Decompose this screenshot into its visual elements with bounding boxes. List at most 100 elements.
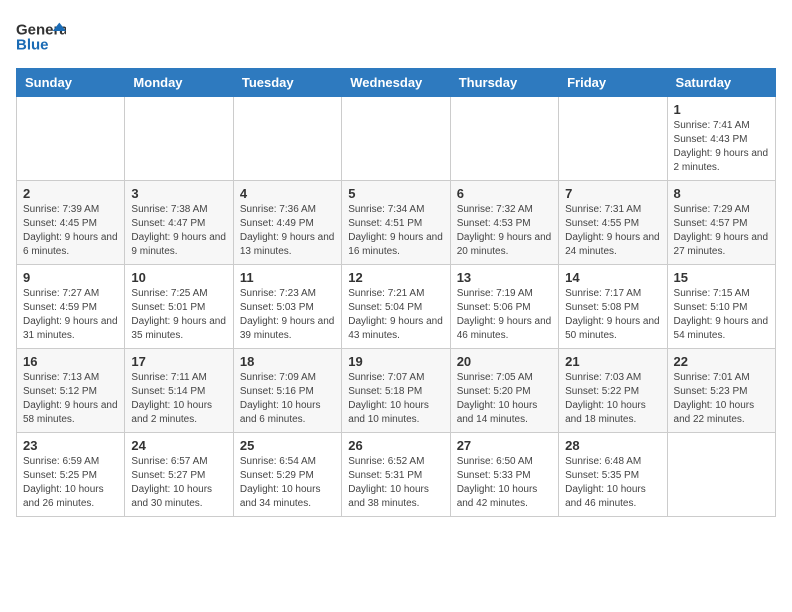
calendar-cell: 4 Sunrise: 7:36 AM Sunset: 4:49 PM Daylig… <box>233 181 341 265</box>
day-number: 16 <box>23 354 118 369</box>
calendar-cell <box>667 433 775 517</box>
day-info: Sunrise: 7:39 AM Sunset: 4:45 PM Dayligh… <box>23 203 118 259</box>
day-number: 13 <box>457 270 552 285</box>
calendar-cell: 5 Sunrise: 7:34 AM Sunset: 4:51 PM Daylig… <box>342 181 450 265</box>
day-info: Sunrise: 7:34 AM Sunset: 4:51 PM Dayligh… <box>348 203 443 259</box>
calendar-cell <box>559 97 667 181</box>
day-info: Sunrise: 6:50 AM Sunset: 5:33 PM Dayligh… <box>457 455 552 511</box>
calendar-cell <box>342 97 450 181</box>
calendar-cell: 15 Sunrise: 7:15 AM Sunset: 5:10 PM Dayli… <box>667 265 775 349</box>
day-info: Sunrise: 7:19 AM Sunset: 5:06 PM Dayligh… <box>457 287 552 343</box>
weekday-sunday: Sunday <box>17 69 125 97</box>
day-info: Sunrise: 7:32 AM Sunset: 4:53 PM Dayligh… <box>457 203 552 259</box>
day-number: 11 <box>240 270 335 285</box>
calendar-cell: 13 Sunrise: 7:19 AM Sunset: 5:06 PM Dayli… <box>450 265 558 349</box>
day-info: Sunrise: 7:31 AM Sunset: 4:55 PM Dayligh… <box>565 203 660 259</box>
calendar-cell: 19 Sunrise: 7:07 AM Sunset: 5:18 PM Dayli… <box>342 349 450 433</box>
calendar-cell <box>17 97 125 181</box>
day-info: Sunrise: 7:07 AM Sunset: 5:18 PM Dayligh… <box>348 371 443 427</box>
day-info: Sunrise: 7:25 AM Sunset: 5:01 PM Dayligh… <box>131 287 226 343</box>
day-number: 1 <box>674 102 769 117</box>
day-number: 25 <box>240 438 335 453</box>
calendar-cell: 14 Sunrise: 7:17 AM Sunset: 5:08 PM Dayli… <box>559 265 667 349</box>
week-row-3: 9Sunrise: 7:27 AM Sunset: 4:59 PM Daylig… <box>17 265 776 349</box>
day-number: 28 <box>565 438 660 453</box>
day-info: Sunrise: 7:38 AM Sunset: 4:47 PM Dayligh… <box>131 203 226 259</box>
page-header: General Blue <box>16 16 776 56</box>
weekday-saturday: Saturday <box>667 69 775 97</box>
day-number: 15 <box>674 270 769 285</box>
calendar-cell: 27 Sunrise: 6:50 AM Sunset: 5:33 PM Dayli… <box>450 433 558 517</box>
day-number: 14 <box>565 270 660 285</box>
day-number: 10 <box>131 270 226 285</box>
day-number: 8 <box>674 186 769 201</box>
day-number: 23 <box>23 438 118 453</box>
week-row-1: 1 Sunrise: 7:41 AM Sunset: 4:43 PM Daylig… <box>17 97 776 181</box>
day-info: Sunrise: 7:27 AM Sunset: 4:59 PM Dayligh… <box>23 287 118 343</box>
day-number: 22 <box>674 354 769 369</box>
day-info: Sunrise: 7:23 AM Sunset: 5:03 PM Dayligh… <box>240 287 335 343</box>
day-info: Sunrise: 7:11 AM Sunset: 5:14 PM Dayligh… <box>131 371 226 427</box>
svg-text:Blue: Blue <box>16 36 49 53</box>
weekday-header-row: SundayMondayTuesdayWednesdayThursdayFrid… <box>17 69 776 97</box>
calendar-cell <box>233 97 341 181</box>
day-number: 24 <box>131 438 226 453</box>
calendar-cell: 7 Sunrise: 7:31 AM Sunset: 4:55 PM Daylig… <box>559 181 667 265</box>
day-info: Sunrise: 7:13 AM Sunset: 5:12 PM Dayligh… <box>23 371 118 427</box>
calendar-cell: 3 Sunrise: 7:38 AM Sunset: 4:47 PM Daylig… <box>125 181 233 265</box>
day-number: 20 <box>457 354 552 369</box>
week-row-5: 23 Sunrise: 6:59 AM Sunset: 5:25 PM Dayli… <box>17 433 776 517</box>
day-info: Sunrise: 7:21 AM Sunset: 5:04 PM Dayligh… <box>348 287 443 343</box>
day-number: 5 <box>348 186 443 201</box>
day-number: 19 <box>348 354 443 369</box>
calendar-table: SundayMondayTuesdayWednesdayThursdayFrid… <box>16 68 776 517</box>
day-info: Sunrise: 6:54 AM Sunset: 5:29 PM Dayligh… <box>240 455 335 511</box>
calendar-cell: 26 Sunrise: 6:52 AM Sunset: 5:31 PM Dayli… <box>342 433 450 517</box>
calendar-cell: 17 Sunrise: 7:11 AM Sunset: 5:14 PM Dayli… <box>125 349 233 433</box>
day-number: 27 <box>457 438 552 453</box>
day-info: Sunrise: 6:48 AM Sunset: 5:35 PM Dayligh… <box>565 455 660 511</box>
weekday-wednesday: Wednesday <box>342 69 450 97</box>
day-info: Sunrise: 6:59 AM Sunset: 5:25 PM Dayligh… <box>23 455 118 511</box>
logo-icon: General Blue <box>16 16 66 56</box>
day-number: 7 <box>565 186 660 201</box>
day-info: Sunrise: 7:09 AM Sunset: 5:16 PM Dayligh… <box>240 371 335 427</box>
day-number: 17 <box>131 354 226 369</box>
week-row-4: 16 Sunrise: 7:13 AM Sunset: 5:12 PM Dayli… <box>17 349 776 433</box>
calendar-cell: 18 Sunrise: 7:09 AM Sunset: 5:16 PM Dayli… <box>233 349 341 433</box>
calendar-cell: 24Sunrise: 6:57 AM Sunset: 5:27 PM Dayli… <box>125 433 233 517</box>
calendar-cell <box>450 97 558 181</box>
calendar-cell: 25 Sunrise: 6:54 AM Sunset: 5:29 PM Dayli… <box>233 433 341 517</box>
calendar-cell: 10 Sunrise: 7:25 AM Sunset: 5:01 PM Dayli… <box>125 265 233 349</box>
weekday-monday: Monday <box>125 69 233 97</box>
weekday-thursday: Thursday <box>450 69 558 97</box>
calendar-cell: 11 Sunrise: 7:23 AM Sunset: 5:03 PM Dayli… <box>233 265 341 349</box>
calendar-cell: 16 Sunrise: 7:13 AM Sunset: 5:12 PM Dayli… <box>17 349 125 433</box>
day-info: Sunrise: 7:15 AM Sunset: 5:10 PM Dayligh… <box>674 287 769 343</box>
day-number: 26 <box>348 438 443 453</box>
weekday-tuesday: Tuesday <box>233 69 341 97</box>
calendar-cell: 23 Sunrise: 6:59 AM Sunset: 5:25 PM Dayli… <box>17 433 125 517</box>
day-number: 4 <box>240 186 335 201</box>
day-info: Sunrise: 6:52 AM Sunset: 5:31 PM Dayligh… <box>348 455 443 511</box>
calendar-cell: 22 Sunrise: 7:01 AM Sunset: 5:23 PM Dayli… <box>667 349 775 433</box>
logo: General Blue <box>16 16 66 56</box>
day-info: Sunrise: 7:03 AM Sunset: 5:22 PM Dayligh… <box>565 371 660 427</box>
calendar-cell: 28 Sunrise: 6:48 AM Sunset: 5:35 PM Dayli… <box>559 433 667 517</box>
day-number: 3 <box>131 186 226 201</box>
week-row-2: 2 Sunrise: 7:39 AM Sunset: 4:45 PM Daylig… <box>17 181 776 265</box>
calendar-cell: 6Sunrise: 7:32 AM Sunset: 4:53 PM Daylig… <box>450 181 558 265</box>
day-info: Sunrise: 7:17 AM Sunset: 5:08 PM Dayligh… <box>565 287 660 343</box>
day-info: Sunrise: 7:05 AM Sunset: 5:20 PM Dayligh… <box>457 371 552 427</box>
weekday-friday: Friday <box>559 69 667 97</box>
day-info: Sunrise: 7:29 AM Sunset: 4:57 PM Dayligh… <box>674 203 769 259</box>
day-number: 21 <box>565 354 660 369</box>
calendar-cell: 2 Sunrise: 7:39 AM Sunset: 4:45 PM Daylig… <box>17 181 125 265</box>
day-info: Sunrise: 7:41 AM Sunset: 4:43 PM Dayligh… <box>674 119 769 175</box>
calendar-cell: 20 Sunrise: 7:05 AM Sunset: 5:20 PM Dayli… <box>450 349 558 433</box>
day-number: 18 <box>240 354 335 369</box>
day-info: Sunrise: 7:01 AM Sunset: 5:23 PM Dayligh… <box>674 371 769 427</box>
day-info: Sunrise: 7:36 AM Sunset: 4:49 PM Dayligh… <box>240 203 335 259</box>
calendar-cell: 21 Sunrise: 7:03 AM Sunset: 5:22 PM Dayli… <box>559 349 667 433</box>
day-number: 2 <box>23 186 118 201</box>
